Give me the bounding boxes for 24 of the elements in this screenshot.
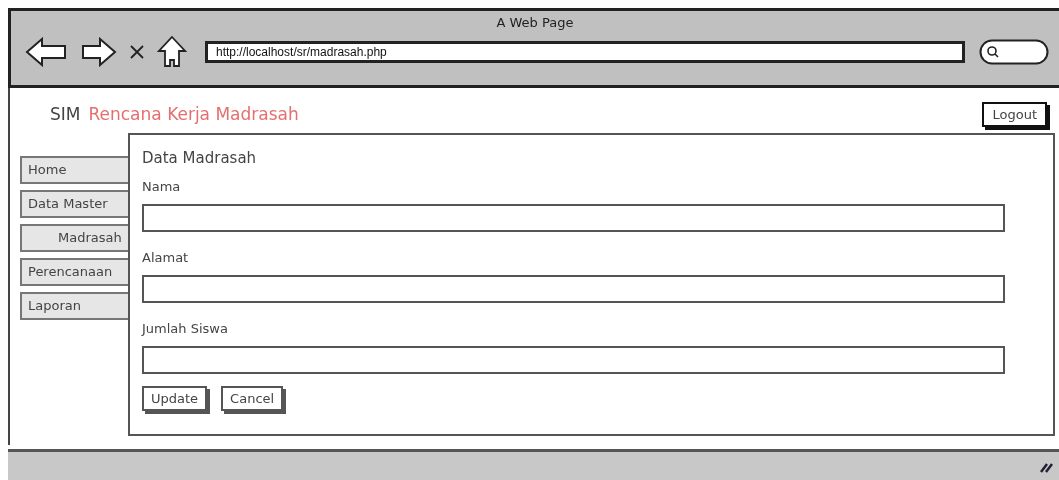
input-field[interactable]	[142, 275, 1005, 303]
app-prefix: SIM	[50, 104, 81, 124]
form-button[interactable]: Cancel	[221, 386, 284, 411]
logout-button[interactable]: Logout	[982, 101, 1047, 127]
field-label: Alamat	[142, 250, 190, 267]
forward-icon[interactable]	[81, 37, 117, 67]
sidebar-subitem[interactable]: Madrasah	[20, 224, 128, 252]
form-button[interactable]: Update	[142, 386, 208, 411]
form-title: Data Madrasah	[142, 149, 258, 167]
close-icon[interactable]	[129, 44, 145, 60]
sidebar-item[interactable]: Home	[20, 156, 128, 184]
back-icon[interactable]	[25, 37, 69, 67]
sidebar-item[interactable]: Perencanaan	[20, 258, 128, 286]
home-icon[interactable]	[157, 36, 187, 68]
input-field[interactable]	[142, 204, 1005, 232]
address-field[interactable]: http://localhost/sr/madrasah.php	[205, 41, 965, 63]
sidebar-item[interactable]: Laporan	[20, 292, 128, 320]
app-title: Rencana Kerja Madrasah	[88, 104, 299, 124]
input-field[interactable]	[142, 346, 1005, 374]
window-title: A Web Page	[496, 15, 574, 30]
field-label: Nama	[142, 179, 182, 196]
sidebar-item[interactable]: Data Master	[20, 190, 128, 218]
field-label: Jumlah Siswa	[142, 321, 229, 338]
search-field[interactable]	[979, 39, 1049, 65]
